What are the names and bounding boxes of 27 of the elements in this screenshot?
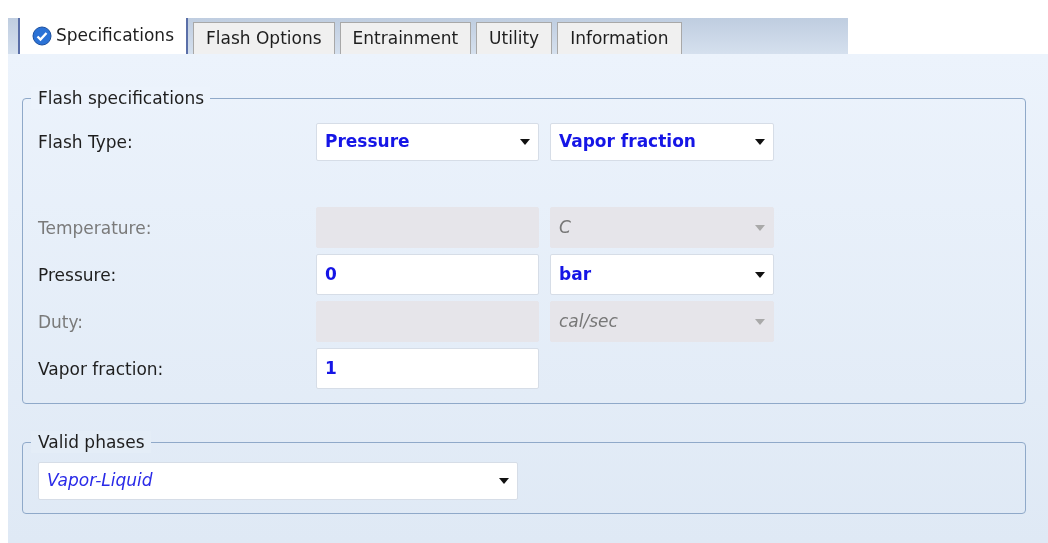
tab[interactable]: Utility (476, 22, 553, 54)
tab[interactable]: Specifications (18, 18, 188, 54)
caret-icon (755, 224, 765, 231)
field-label: Temperature: (38, 216, 153, 239)
dropdown: C (550, 207, 774, 248)
dropdown[interactable]: Vapor fraction (550, 123, 774, 161)
caret-icon (755, 318, 765, 325)
group-legend: Flash specifications (31, 87, 211, 109)
dropdown[interactable]: bar (550, 254, 774, 295)
field-label: Pressure: (38, 263, 118, 286)
caret-icon (755, 139, 765, 145)
caret-icon (499, 478, 509, 484)
group-legend: Valid phases (31, 431, 151, 453)
dropdown[interactable]: Pressure (316, 123, 539, 161)
field-label: Duty: (38, 310, 85, 333)
caret-icon (755, 271, 765, 278)
check-icon (32, 26, 52, 46)
field-label: Vapor fraction: (38, 357, 165, 380)
caret-icon (520, 139, 530, 145)
input-field[interactable]: 1 (316, 348, 539, 389)
tab[interactable]: Flash Options (193, 22, 335, 54)
input-field[interactable]: 0 (316, 254, 539, 295)
tab[interactable]: Entrainment (339, 22, 472, 54)
tab[interactable]: Information (557, 22, 682, 54)
dropdown[interactable]: Vapor-Liquid (38, 462, 518, 500)
dropdown: cal/sec (550, 301, 774, 342)
field-label: Flash Type: (38, 131, 134, 153)
